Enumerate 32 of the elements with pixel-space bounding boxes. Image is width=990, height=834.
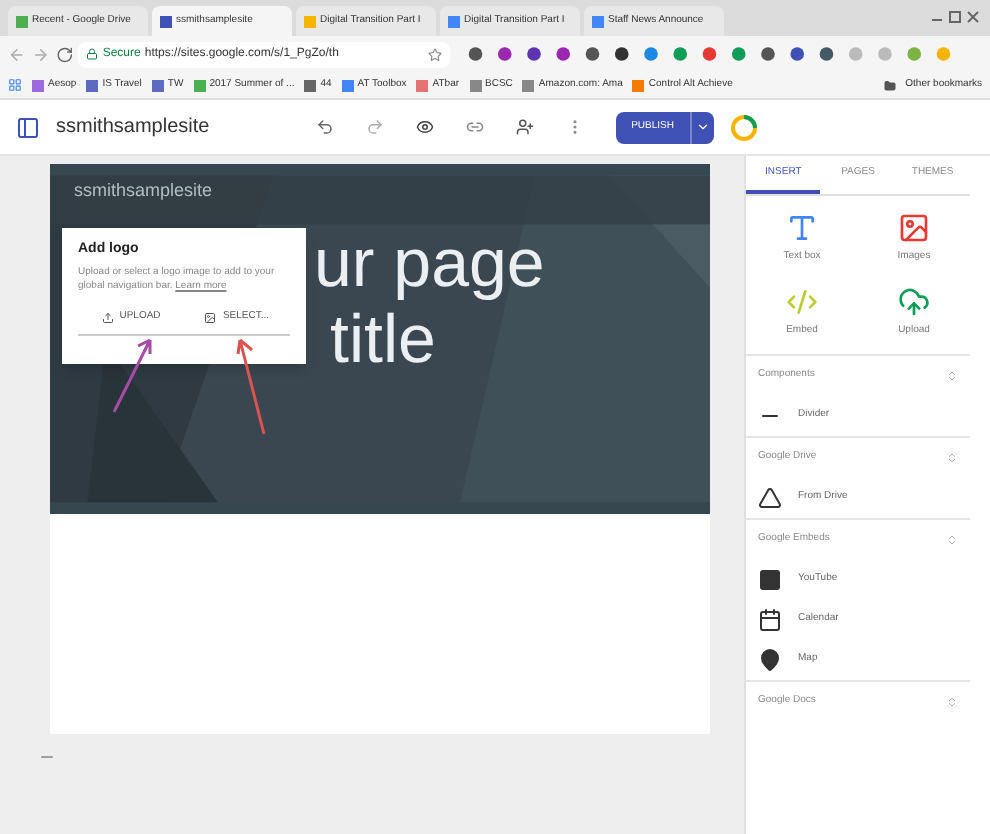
text-icon [786,212,818,244]
annotation-arrow [110,334,158,414]
square-icon [758,568,782,592]
page-title-line: ur page [314,230,545,298]
sites-logo-icon[interactable] [16,115,40,139]
page-title-line: title [330,306,436,374]
back-icon[interactable] [8,45,26,63]
window-controls-icon[interactable] [930,10,982,26]
apps-icon[interactable] [8,78,22,92]
upload-icon [101,311,114,323]
link-icon[interactable] [465,118,484,136]
caret-icon [696,120,710,134]
star-icon[interactable] [427,47,442,61]
calendar-icon [758,608,782,632]
redo-icon[interactable] [365,118,384,136]
share-icon[interactable] [515,118,534,136]
triangle-icon [758,486,782,510]
code-icon [786,285,818,317]
preview-icon[interactable] [415,118,434,136]
undo-icon[interactable] [315,118,334,136]
publish-menu-button[interactable] [690,111,714,143]
lock-icon [86,48,99,60]
account-ring-icon[interactable] [730,113,758,141]
reload-icon[interactable] [55,45,73,63]
map-pin-icon [758,648,782,672]
annotation-arrow [234,336,270,436]
image-icon [898,212,930,244]
folder-icon [883,79,896,91]
cloud-upload-icon [898,285,930,317]
page-nav-title: ssmithsamplesite [74,178,213,204]
site-name: ssmithsamplesite [56,114,210,142]
image-icon [204,311,217,323]
